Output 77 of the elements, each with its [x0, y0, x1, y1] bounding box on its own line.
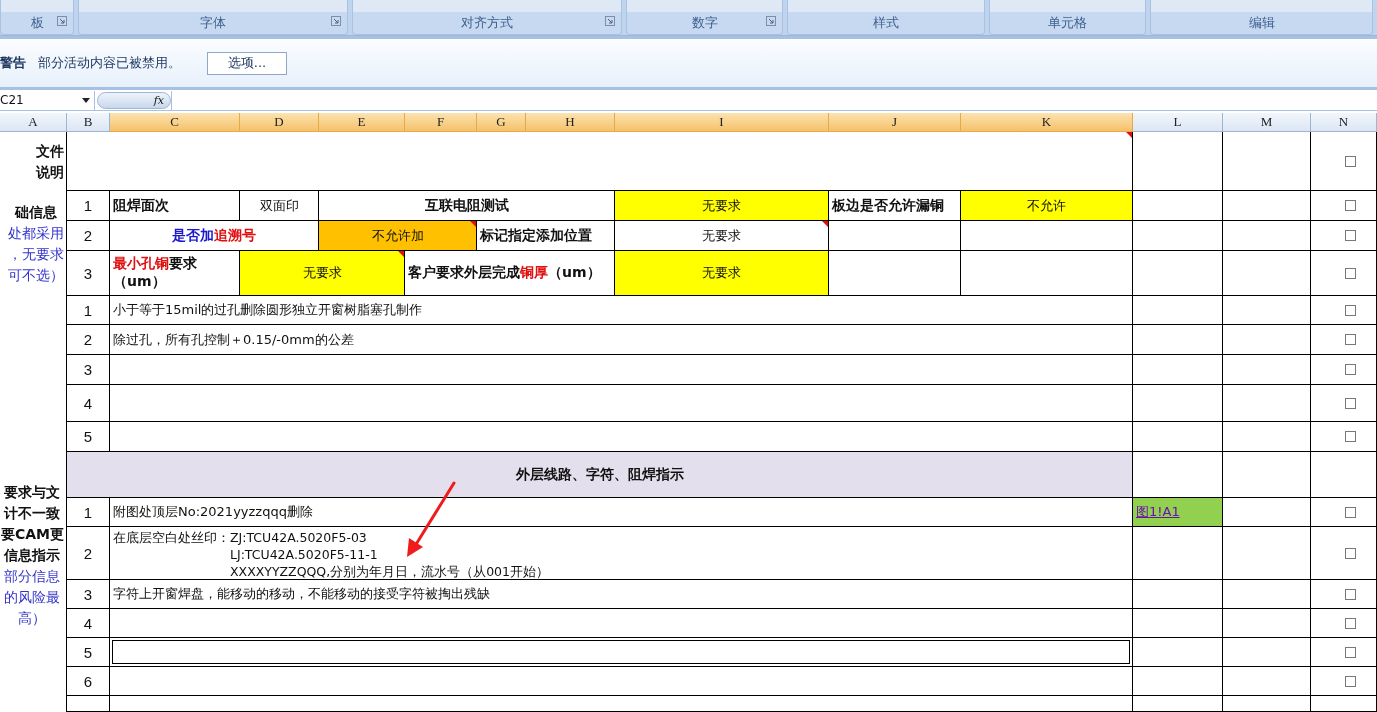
row-number: 2: [67, 221, 110, 251]
checkbox[interactable]: [1345, 588, 1356, 600]
column-header[interactable]: B: [67, 113, 110, 132]
options-button[interactable]: 选项...: [207, 51, 287, 75]
table-cell: 字符上开窗焊盘，能移动的移动，不能移动的接受字符被掏出残缺: [110, 580, 1133, 609]
table-cell: 无要求: [615, 191, 829, 221]
checkbox[interactable]: [1345, 230, 1356, 241]
section-label: 础信息 处都采用 ，无要求 可不选）: [8, 202, 65, 285]
section-label: 文件 说明: [36, 141, 65, 182]
table-cell: 标记指定添加位置: [477, 221, 615, 251]
table-cell: 附图处顶层No:2021yyzzqqq删除: [110, 498, 1133, 527]
column-header[interactable]: G: [477, 113, 526, 132]
column-header[interactable]: F: [405, 113, 477, 132]
group-label: 数字: [691, 14, 718, 32]
security-message: 部分活动内容已被禁用。: [38, 54, 181, 72]
table-cell: 阻焊面次: [110, 191, 240, 221]
checkbox[interactable]: [1345, 675, 1356, 687]
column-header[interactable]: L: [1133, 113, 1223, 132]
function-button[interactable]: fx: [97, 91, 171, 109]
column-header[interactable]: E: [319, 113, 405, 132]
row-number: 3: [67, 355, 110, 385]
group-label: 对齐方式: [461, 14, 513, 32]
dialog-launcher-icon[interactable]: [331, 16, 341, 26]
row-number: 1: [67, 296, 110, 325]
column-header[interactable]: I: [615, 113, 829, 132]
checkbox[interactable]: [1345, 334, 1356, 345]
table-cell: 外层线路、字符、阻焊指示: [67, 452, 1133, 498]
checkbox[interactable]: [1345, 431, 1356, 442]
name-box[interactable]: C21: [0, 90, 95, 110]
dialog-launcher-icon[interactable]: [605, 16, 615, 26]
group-label: 字体: [200, 14, 226, 32]
checkbox[interactable]: [1345, 304, 1356, 316]
checkbox[interactable]: [1345, 267, 1356, 279]
table-cell: 小于等于15mil的过孔删除圆形独立开窗树脂塞孔制作: [110, 296, 1133, 325]
security-title: 警告: [0, 54, 26, 72]
column-header[interactable]: H: [526, 113, 615, 132]
row-number: 6: [67, 667, 110, 696]
row-number: 1: [67, 191, 110, 221]
checkbox[interactable]: [1345, 397, 1356, 409]
group-label: 编辑: [1248, 14, 1275, 32]
row-number: 2: [67, 527, 110, 580]
link-cell[interactable]: 图1!A1: [1133, 498, 1223, 527]
row-number: 2: [67, 325, 110, 355]
column-header[interactable]: C: [110, 113, 240, 132]
table-cell: 无要求: [615, 251, 829, 296]
row-number: 5: [67, 638, 110, 667]
table-cell: 不允许加: [319, 221, 477, 251]
checkbox[interactable]: [1345, 155, 1356, 167]
table-cell: 不允许: [961, 191, 1133, 221]
checkbox[interactable]: [1345, 646, 1356, 658]
column-header[interactable]: N: [1311, 113, 1377, 132]
cell-reference: C21: [0, 93, 24, 107]
checkbox[interactable]: [1345, 506, 1356, 518]
column-header[interactable]: A: [0, 113, 67, 132]
row-number: 4: [67, 385, 110, 422]
row-number: 3: [67, 251, 110, 296]
column-header[interactable]: K: [961, 113, 1133, 132]
group-label: 样式: [873, 14, 899, 32]
row-number: 3: [67, 580, 110, 609]
dialog-launcher-icon[interactable]: [57, 16, 67, 26]
table-cell: 双面印: [240, 191, 319, 221]
group-label: 单元格: [1048, 14, 1087, 32]
column-header[interactable]: D: [240, 113, 319, 132]
checkbox[interactable]: [1345, 200, 1356, 211]
checkbox[interactable]: [1345, 364, 1356, 375]
column-header[interactable]: M: [1223, 113, 1311, 132]
column-header[interactable]: J: [829, 113, 961, 132]
dialog-launcher-icon[interactable]: [766, 16, 776, 26]
table-cell: 除过孔，所有孔控制＋0.15/-0mm的公差: [110, 325, 1133, 355]
table-cell: 无要求: [240, 251, 405, 296]
checkbox[interactable]: [1345, 617, 1356, 629]
section-label: 要求与文 计不一致 要CAM更 信息指示 部分信息 的风险最 高）: [0, 483, 65, 628]
dropdown-icon: [82, 97, 90, 103]
row-number: 4: [67, 609, 110, 638]
row-number: 1: [67, 498, 110, 527]
group-label: 板: [30, 14, 44, 32]
checkbox[interactable]: [1345, 547, 1356, 559]
